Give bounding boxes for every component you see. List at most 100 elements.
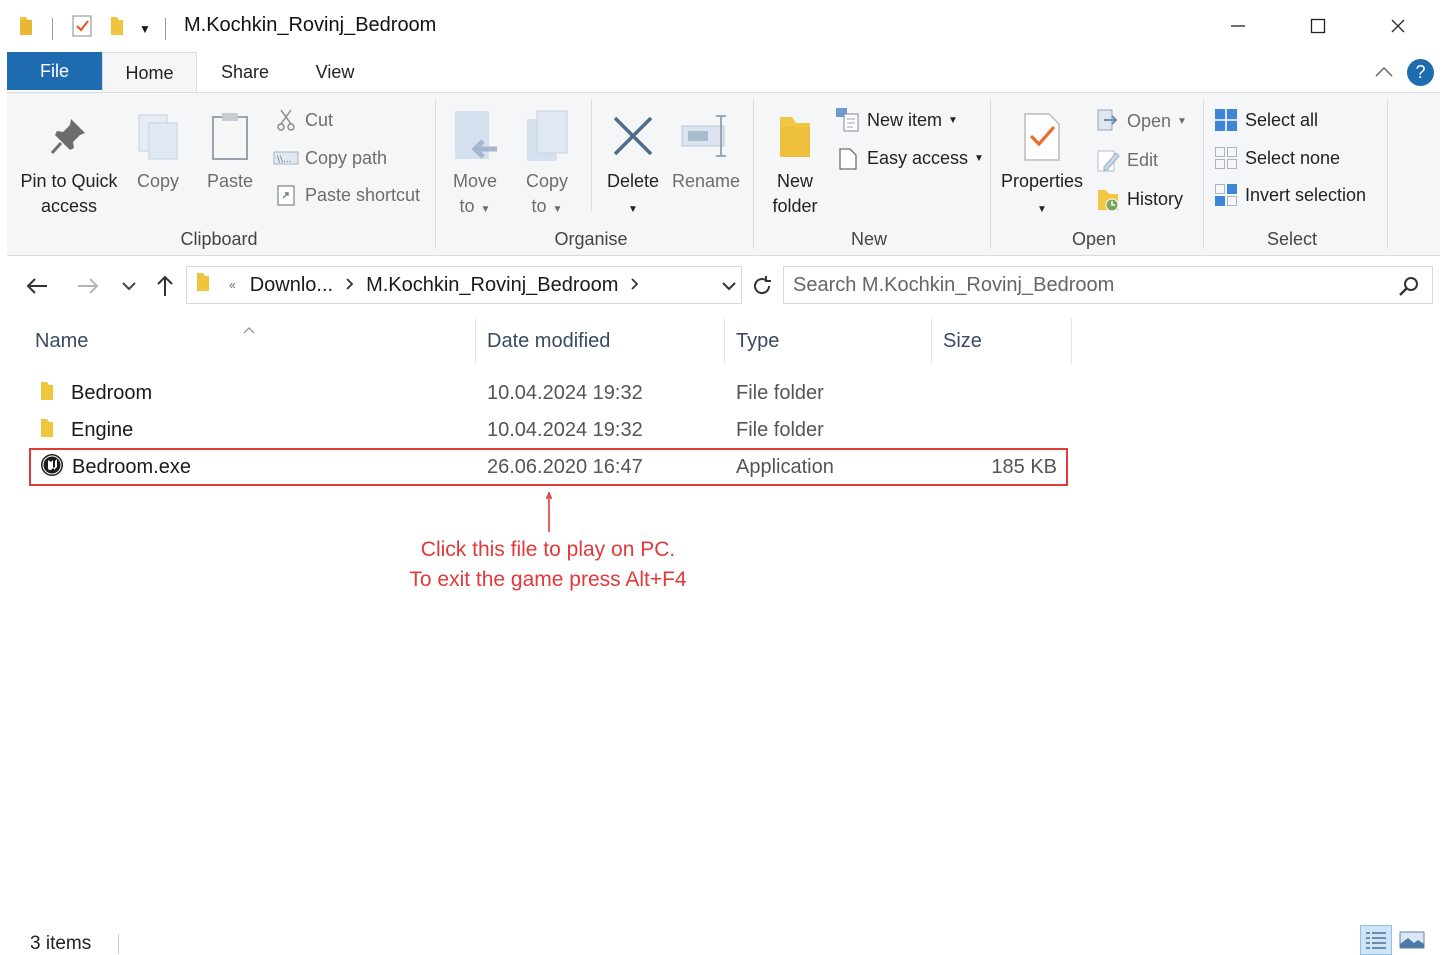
collapse-ribbon-button[interactable] xyxy=(1370,60,1398,84)
back-button[interactable] xyxy=(22,270,52,302)
breadcrumb-separator-icon[interactable] xyxy=(630,274,639,297)
rename-button[interactable]: Rename xyxy=(671,103,741,194)
close-button[interactable] xyxy=(1362,6,1434,46)
cut-button[interactable]: Cut xyxy=(273,105,333,135)
recent-locations-button[interactable] xyxy=(114,270,144,302)
refresh-button[interactable] xyxy=(746,270,778,302)
quick-access-toolbar: ▼ xyxy=(18,14,166,43)
copy-path-button[interactable]: \\... Copy path xyxy=(273,143,387,173)
sort-ascending-icon xyxy=(242,317,256,340)
column-size[interactable]: Size xyxy=(932,318,1072,364)
highlight-box xyxy=(29,448,1068,486)
breadcrumb-current-folder[interactable]: M.Kochkin_Rovinj_Bedroom xyxy=(366,274,618,297)
address-history-dropdown[interactable] xyxy=(721,274,737,297)
file-type: File folder xyxy=(736,419,824,441)
overflow-crumb[interactable]: « xyxy=(229,278,236,292)
tab-share[interactable]: Share xyxy=(205,52,285,92)
invert-selection-button[interactable]: Invert selection xyxy=(1213,180,1366,210)
tab-view[interactable]: View xyxy=(297,52,373,92)
tab-home[interactable]: Home xyxy=(102,52,197,93)
properties-check-icon xyxy=(997,103,1087,169)
details-view-icon xyxy=(1366,932,1386,949)
group-label-select: Select xyxy=(1266,229,1318,249)
folder-icon xyxy=(18,15,34,42)
pin-to-quick-access-button[interactable]: Pin to Quick access xyxy=(11,103,127,219)
easy-access-button[interactable]: Easy access ▼ xyxy=(835,143,984,173)
forward-button[interactable] xyxy=(73,270,103,302)
easy-access-icon xyxy=(835,146,861,170)
pin-icon xyxy=(11,103,127,169)
group-separator xyxy=(990,99,991,249)
paste-shortcut-button[interactable]: Paste shortcut xyxy=(273,180,420,210)
file-name: Engine xyxy=(71,419,134,441)
select-all-button[interactable]: Select all xyxy=(1213,105,1318,135)
customize-quick-access-icon[interactable]: ▼ xyxy=(139,22,151,36)
divider xyxy=(164,17,166,40)
file-row-bedroom-folder[interactable]: Bedroom 10.04.2024 19:32 File folder xyxy=(30,375,1067,412)
column-date-modified[interactable]: Date modified xyxy=(476,318,725,364)
group-separator xyxy=(435,99,436,249)
history-icon xyxy=(1095,187,1121,212)
history-button[interactable]: History xyxy=(1095,184,1183,214)
navigation-bar: « Downlo... M.Kochkin_Rovinj_Bedroom Sea… xyxy=(0,256,1450,316)
edit-button[interactable]: Edit xyxy=(1095,145,1158,175)
up-button[interactable] xyxy=(150,270,180,302)
arrow-up-icon xyxy=(157,275,173,296)
group-separator xyxy=(591,99,592,211)
column-header: Name Date modified Type Size xyxy=(0,318,1450,364)
move-to-button[interactable]: Move to ▼ xyxy=(443,103,507,222)
search-input[interactable]: Search M.Kochkin_Rovinj_Bedroom xyxy=(793,274,1114,297)
file-name: Bedroom xyxy=(71,382,153,404)
status-divider xyxy=(118,934,119,954)
file-row-engine-folder[interactable]: Engine 10.04.2024 19:32 File folder xyxy=(30,412,1067,449)
breadcrumb-separator-icon[interactable] xyxy=(345,274,354,297)
delete-x-icon xyxy=(601,103,665,169)
copy-to-button[interactable]: Copy to ▼ xyxy=(515,103,579,222)
group-label-clipboard: Clipboard xyxy=(180,229,258,249)
instruction-annotation: Click this file to play on PC. To exit t… xyxy=(380,535,716,595)
properties-quick-icon[interactable] xyxy=(71,14,93,43)
folder-icon xyxy=(195,271,211,299)
chevron-down-icon xyxy=(722,281,736,290)
copy-icon xyxy=(127,103,189,169)
select-none-button[interactable]: Select none xyxy=(1213,143,1340,173)
paste-shortcut-icon xyxy=(273,183,299,207)
paste-button[interactable]: Paste xyxy=(197,103,263,194)
close-icon xyxy=(1391,19,1405,33)
group-label-organise: Organise xyxy=(554,229,628,249)
minimize-button[interactable] xyxy=(1202,6,1274,46)
maximize-button[interactable] xyxy=(1282,6,1354,46)
scissors-icon xyxy=(273,108,299,132)
folder-icon xyxy=(40,418,54,444)
window-title: M.Kochkin_Rovinj_Bedroom xyxy=(184,14,437,36)
search-icon[interactable] xyxy=(1398,275,1420,303)
search-box[interactable]: Search M.Kochkin_Rovinj_Bedroom xyxy=(783,266,1433,304)
select-none-icon xyxy=(1213,146,1239,170)
divider xyxy=(52,17,53,40)
breadcrumb-downloads[interactable]: Downlo... xyxy=(250,274,333,297)
new-item-button[interactable]: New item ▼ xyxy=(835,105,958,135)
open-button[interactable]: Open ▼ xyxy=(1095,106,1187,136)
help-button[interactable]: ? xyxy=(1407,59,1434,86)
properties-button[interactable]: Properties ▼ xyxy=(997,103,1087,222)
rename-icon xyxy=(671,103,741,169)
copy-button[interactable]: Copy xyxy=(127,103,189,194)
column-name[interactable]: Name xyxy=(24,318,476,364)
group-label-new: New xyxy=(850,229,887,249)
new-folder-quick-icon[interactable] xyxy=(109,15,125,42)
arrow-up-annotation-icon xyxy=(546,492,552,532)
address-bar[interactable]: « Downlo... M.Kochkin_Rovinj_Bedroom xyxy=(186,266,742,304)
annotation-line-2: To exit the game press Alt+F4 xyxy=(409,568,687,591)
group-separator xyxy=(1203,99,1204,249)
large-icons-view-button[interactable] xyxy=(1396,925,1428,955)
column-type[interactable]: Type xyxy=(725,318,932,364)
tab-file[interactable]: File xyxy=(7,52,102,90)
group-separator xyxy=(753,99,754,249)
file-date: 10.04.2024 19:32 xyxy=(487,419,643,441)
delete-button[interactable]: Delete ▼ xyxy=(601,103,665,222)
details-view-button[interactable] xyxy=(1360,925,1392,955)
clipboard-icon xyxy=(197,103,263,169)
new-folder-button[interactable]: New folder xyxy=(761,103,829,219)
chevron-up-icon xyxy=(1375,66,1393,77)
maximize-icon xyxy=(1310,18,1326,34)
